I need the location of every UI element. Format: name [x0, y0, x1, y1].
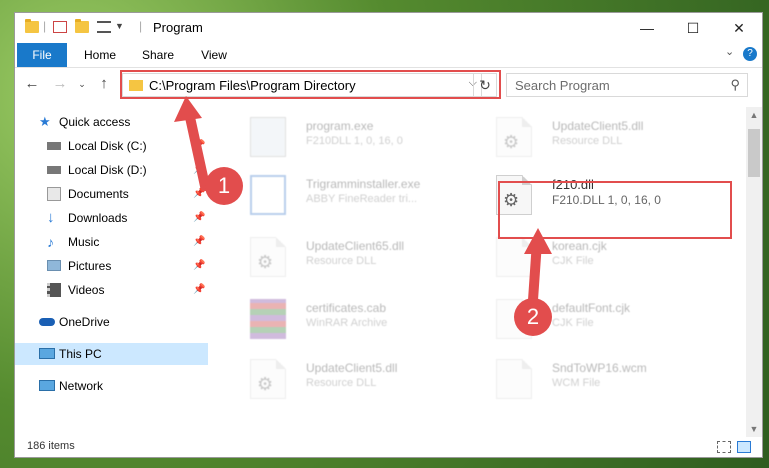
- drive-icon: [47, 166, 61, 174]
- scroll-down-icon[interactable]: ▼: [746, 421, 762, 437]
- folder-icon: [25, 19, 39, 33]
- chevron-down-icon[interactable]: ▼: [115, 21, 124, 31]
- navigation-pane: ★ Quick access Local Disk (C:) 📌 Local D…: [15, 107, 208, 437]
- pin-icon[interactable]: 📌: [193, 183, 205, 205]
- pin-icon[interactable]: 📌: [193, 231, 205, 253]
- star-icon: ★: [39, 114, 51, 129]
- tab-home[interactable]: Home: [75, 43, 125, 67]
- sidebar-item-network[interactable]: Network: [15, 375, 208, 397]
- exe-file-icon: [250, 117, 286, 157]
- scrollbar-thumb[interactable]: [748, 129, 760, 177]
- dll-file-icon: ⚙: [250, 359, 286, 399]
- chevron-down-icon[interactable]: ⌄: [725, 45, 734, 58]
- title-bar: | ▼ | Program — ☐ ✕: [15, 13, 762, 43]
- step-1-badge: 1: [205, 167, 243, 205]
- separator: |: [43, 19, 47, 33]
- sidebar-item-pictures[interactable]: Pictures 📌: [15, 255, 208, 277]
- sidebar-item-videos[interactable]: Videos 📌: [15, 279, 208, 301]
- minimize-button[interactable]: —: [624, 13, 670, 43]
- pin-icon[interactable]: 📌: [193, 135, 205, 157]
- new-folder-icon[interactable]: [75, 19, 89, 33]
- file-item[interactable]: Trigramminstaller.exe ABBY FineReader tr…: [242, 169, 482, 221]
- documents-icon: [47, 187, 61, 201]
- sidebar-item-documents[interactable]: Documents 📌: [15, 183, 208, 205]
- step-2-badge: 2: [514, 298, 552, 336]
- details-view-icon[interactable]: [717, 441, 731, 453]
- sidebar-item-downloads[interactable]: ↓ Downloads 📌: [15, 207, 208, 229]
- sidebar-item-local-disk-d[interactable]: Local Disk (D:) 📌: [15, 159, 208, 181]
- download-icon: ↓: [47, 209, 55, 226]
- pictures-icon: [47, 260, 61, 271]
- sidebar-item-quick-access[interactable]: ★ Quick access: [15, 111, 208, 133]
- customize-icon[interactable]: [97, 21, 111, 33]
- sidebar-item-onedrive[interactable]: OneDrive: [15, 311, 208, 333]
- ribbon-tabs: File Home Share View ⌄ ?: [15, 43, 762, 68]
- properties-icon[interactable]: [53, 21, 67, 33]
- tab-share[interactable]: Share: [133, 43, 183, 67]
- address-highlight-box: [120, 70, 501, 99]
- large-icons-view-icon[interactable]: [737, 441, 751, 453]
- file-item[interactable]: ⚙ UpdateClient5.dll Resource DLL: [242, 353, 482, 405]
- help-icon[interactable]: ?: [743, 47, 757, 61]
- videos-icon: [47, 283, 61, 297]
- vertical-scrollbar[interactable]: ▲ ▼: [746, 107, 762, 437]
- file-item[interactable]: SndToWP16.wcm WCM File: [488, 353, 728, 405]
- search-box[interactable]: Search Program ⚲: [506, 73, 748, 97]
- search-input[interactable]: Search Program: [515, 78, 610, 93]
- dll-file-icon: ⚙: [250, 237, 286, 277]
- forward-button[interactable]: →: [49, 73, 71, 95]
- status-bar: 186 items: [15, 437, 762, 457]
- music-icon: ♪: [47, 234, 54, 250]
- separator: |: [139, 19, 143, 33]
- sidebar-item-this-pc[interactable]: This PC: [15, 343, 208, 365]
- back-button[interactable]: ←: [21, 73, 43, 95]
- installer-icon: [250, 175, 286, 215]
- file-item[interactable]: ⚙ UpdateClient65.dll Resource DLL: [242, 231, 482, 283]
- pin-icon[interactable]: 📌: [193, 159, 205, 181]
- scroll-up-icon[interactable]: ▲: [746, 107, 762, 123]
- file-highlight-box: [498, 181, 732, 239]
- drive-icon: [47, 142, 61, 150]
- document-file-icon: [496, 237, 532, 277]
- archive-file-icon: [250, 299, 286, 339]
- file-item[interactable]: ⚙ UpdateClient5.dll Resource DLL: [488, 111, 728, 163]
- close-button[interactable]: ✕: [716, 13, 762, 43]
- maximize-button[interactable]: ☐: [670, 13, 716, 43]
- pin-icon[interactable]: 📌: [193, 255, 205, 277]
- pin-icon[interactable]: 📌: [193, 279, 205, 301]
- file-item[interactable]: program.exe F210DLL 1, 0, 16, 0: [242, 111, 482, 163]
- file-explorer-window: | ▼ | Program — ☐ ✕ File Home Share View…: [14, 12, 763, 458]
- network-icon: [39, 380, 55, 391]
- up-button[interactable]: ↑: [93, 73, 115, 95]
- item-count: 186 items: [27, 440, 75, 452]
- document-file-icon: [496, 359, 532, 399]
- dll-file-icon: ⚙: [496, 117, 532, 157]
- pin-icon[interactable]: 📌: [193, 207, 205, 229]
- file-item[interactable]: certificates.cab WinRAR Archive: [242, 293, 482, 345]
- window-title: Program: [153, 20, 203, 35]
- pc-icon: [39, 348, 55, 359]
- tab-file[interactable]: File: [17, 43, 67, 67]
- file-list: program.exe F210DLL 1, 0, 16, 0 ⚙ Update…: [222, 107, 745, 437]
- search-icon[interactable]: ⚲: [730, 77, 740, 93]
- cloud-icon: [39, 318, 55, 326]
- sidebar-item-local-disk-c[interactable]: Local Disk (C:) 📌: [15, 135, 208, 157]
- recent-locations-icon[interactable]: ⌄: [71, 73, 93, 95]
- tab-view[interactable]: View: [189, 43, 239, 67]
- sidebar-item-music[interactable]: ♪ Music 📌: [15, 231, 208, 253]
